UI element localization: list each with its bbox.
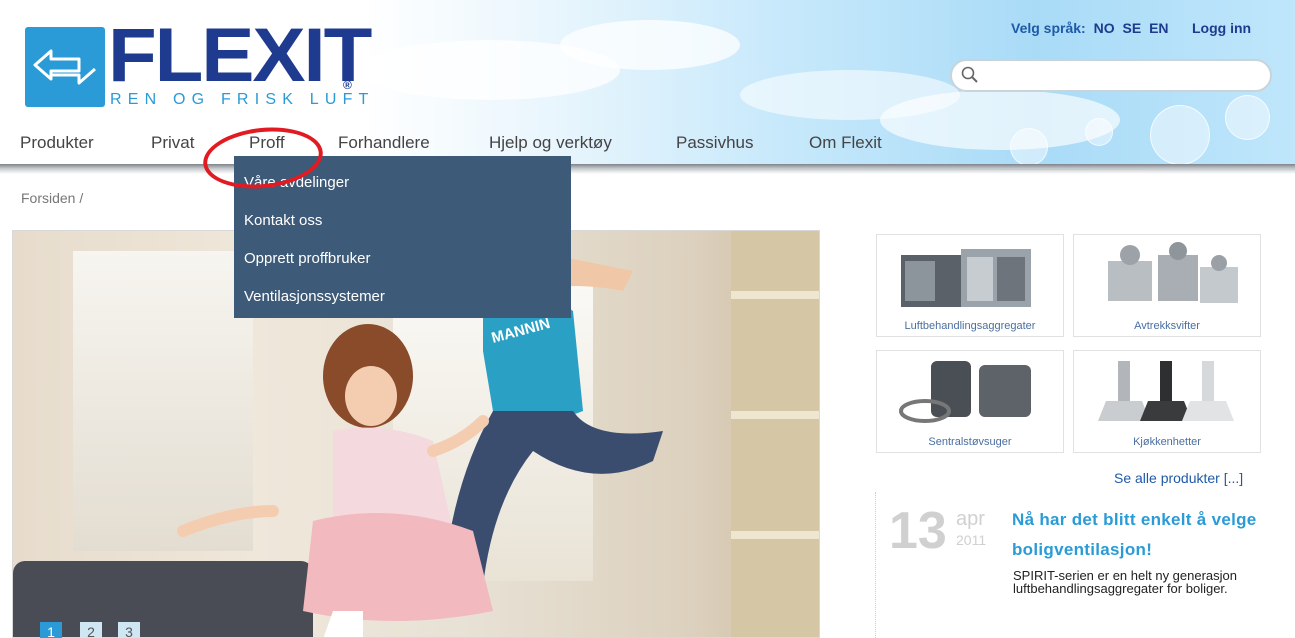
dropdown-item-ventilasjonssystemer[interactable]: Ventilasjonssystemer bbox=[244, 287, 385, 307]
product-tile-luftbehandlingsaggregater[interactable]: Luftbehandlingsaggregater bbox=[876, 234, 1064, 337]
dropdown-item-opprett-proffbruker[interactable]: Opprett proffbruker bbox=[244, 249, 370, 269]
nav-item-passivhus[interactable]: Passivhus bbox=[676, 131, 753, 155]
search-icon[interactable] bbox=[960, 65, 980, 85]
news-headline-link[interactable]: Nå har det blitt enkelt å velge boligven… bbox=[1012, 505, 1262, 565]
news-date-month: apr bbox=[956, 508, 985, 530]
nav-item-privat[interactable]: Privat bbox=[151, 131, 194, 155]
product-tile-label: Kjøkkenhetter bbox=[1133, 436, 1201, 448]
nav-item-forhandlere[interactable]: Forhandlere bbox=[338, 131, 430, 155]
site-header: FLEXIT ® REN OG FRISK LUFT Velg språk: N… bbox=[0, 0, 1295, 170]
central-vacuum-image bbox=[899, 361, 1031, 423]
product-tile-label: Luftbehandlingsaggregater bbox=[904, 320, 1036, 332]
nav-item-hjelp-og-verktoy[interactable]: Hjelp og verktøy bbox=[489, 131, 612, 155]
pager-page-2[interactable]: 2 bbox=[80, 622, 102, 638]
language-se-link[interactable]: SE bbox=[1122, 20, 1141, 36]
news-summary: SPIRIT-serien er en helt ny generasjon l… bbox=[1013, 568, 1238, 596]
language-en-link[interactable]: EN bbox=[1149, 20, 1168, 36]
breadcrumb[interactable]: Forsiden / bbox=[21, 190, 83, 206]
exhaust-fan-image bbox=[1108, 242, 1238, 303]
product-tile-sentralstovsuger[interactable]: Sentralstøvsuger bbox=[876, 350, 1064, 453]
search-box bbox=[950, 59, 1272, 92]
logo-tagline: REN OG FRISK LUFT bbox=[110, 91, 375, 108]
pager-page-1[interactable]: 1 bbox=[40, 622, 62, 638]
product-tile-label: Avtrekksvifter bbox=[1134, 320, 1200, 332]
language-no-link[interactable]: NO bbox=[1094, 20, 1115, 36]
kitchen-hood-image bbox=[1098, 361, 1234, 421]
news-date-day: 13 bbox=[889, 502, 947, 560]
logo-registered-mark: ® bbox=[343, 78, 352, 92]
nav-divider bbox=[0, 164, 1295, 174]
cloud-decoration bbox=[560, 20, 740, 70]
search-input[interactable] bbox=[982, 65, 1262, 87]
product-tile-label: Sentralstøvsuger bbox=[928, 436, 1012, 448]
pager-page-3[interactable]: 3 bbox=[118, 622, 140, 638]
main-navigation: Produkter Privat Proff Forhandlere Hjelp… bbox=[0, 131, 1295, 161]
logo-arrows-icon bbox=[25, 27, 105, 107]
nav-item-om-flexit[interactable]: Om Flexit bbox=[809, 131, 882, 155]
news-date-year: 2011 bbox=[956, 532, 987, 548]
product-tile-avtrekksvifter[interactable]: Avtrekksvifter bbox=[1073, 234, 1261, 337]
news-divider bbox=[875, 492, 876, 638]
language-label: Velg språk: bbox=[1011, 20, 1086, 36]
dropdown-item-kontakt-oss[interactable]: Kontakt oss bbox=[244, 211, 322, 231]
language-selector: Velg språk: NO SE EN bbox=[1011, 20, 1169, 36]
logo-wordmark: FLEXIT bbox=[108, 13, 372, 98]
nav-item-produkter[interactable]: Produkter bbox=[20, 131, 94, 155]
login-link[interactable]: Logg inn bbox=[1192, 20, 1251, 36]
air-handling-unit-image bbox=[901, 249, 1031, 307]
product-tile-kjokkenhetter[interactable]: Kjøkkenhetter bbox=[1073, 350, 1261, 453]
see-all-products-link[interactable]: Se alle produkter [...] bbox=[1114, 470, 1243, 486]
